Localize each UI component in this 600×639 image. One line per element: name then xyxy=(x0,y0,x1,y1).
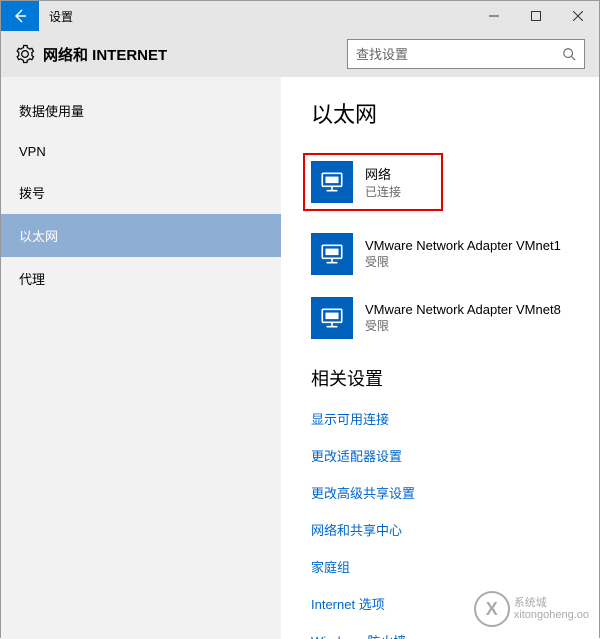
window-title: 设置 xyxy=(49,8,73,25)
minimize-button[interactable] xyxy=(473,1,515,31)
network-status: 受限 xyxy=(365,253,561,270)
related-link[interactable]: Internet 选项 xyxy=(311,594,579,613)
sidebar-item-ethernet[interactable]: 以太网 xyxy=(1,214,281,257)
network-name: 网络 xyxy=(365,164,401,183)
close-icon xyxy=(573,11,583,21)
ethernet-icon xyxy=(311,297,353,339)
search-box[interactable] xyxy=(347,39,585,69)
sidebar-item-label: 数据使用量 xyxy=(19,104,84,119)
network-item[interactable]: VMware Network Adapter VMnet8 受限 xyxy=(311,297,579,339)
related-title: 相关设置 xyxy=(311,365,579,391)
sidebar-item-label: VPN xyxy=(19,144,46,159)
sidebar-item-label: 代理 xyxy=(19,272,45,287)
related-link[interactable]: 网络和共享中心 xyxy=(311,520,579,539)
sidebar-item-label: 拨号 xyxy=(19,186,45,201)
sidebar-item-proxy[interactable]: 代理 xyxy=(1,257,281,300)
related-link[interactable]: 更改高级共享设置 xyxy=(311,483,579,502)
section-title: 以太网 xyxy=(311,97,579,129)
related-link[interactable]: 家庭组 xyxy=(311,557,579,576)
gear-icon xyxy=(15,44,35,64)
header-title: 网络和 INTERNET xyxy=(43,44,167,65)
network-status: 已连接 xyxy=(365,183,401,200)
header-row: 网络和 INTERNET xyxy=(1,31,599,77)
search-input[interactable] xyxy=(356,47,562,62)
content-pane: 以太网 网络 已连接 VMware Network Adapter VMnet1… xyxy=(281,77,599,639)
title-bar: 设置 xyxy=(1,1,599,31)
sidebar-item-vpn[interactable]: VPN xyxy=(1,132,281,171)
maximize-button[interactable] xyxy=(515,1,557,31)
body: 数据使用量 VPN 拨号 以太网 代理 以太网 网络 已连接 VMware Ne… xyxy=(1,77,599,639)
network-text: 网络 已连接 xyxy=(365,164,401,200)
ethernet-icon xyxy=(311,161,353,203)
back-arrow-icon xyxy=(12,8,28,24)
window-controls xyxy=(473,1,599,31)
related-link[interactable]: 更改适配器设置 xyxy=(311,446,579,465)
network-item[interactable]: 网络 已连接 xyxy=(303,153,443,211)
minimize-icon xyxy=(489,11,499,21)
sidebar: 数据使用量 VPN 拨号 以太网 代理 xyxy=(1,77,281,639)
network-text: VMware Network Adapter VMnet1 受限 xyxy=(365,238,561,270)
network-name: VMware Network Adapter VMnet8 xyxy=(365,302,561,317)
network-status: 受限 xyxy=(365,317,561,334)
maximize-icon xyxy=(531,11,541,21)
sidebar-item-data-usage[interactable]: 数据使用量 xyxy=(1,89,281,132)
related-link[interactable]: 显示可用连接 xyxy=(311,409,579,428)
network-name: VMware Network Adapter VMnet1 xyxy=(365,238,561,253)
ethernet-icon xyxy=(311,233,353,275)
close-button[interactable] xyxy=(557,1,599,31)
search-icon xyxy=(562,47,576,61)
sidebar-item-dialup[interactable]: 拨号 xyxy=(1,171,281,214)
sidebar-item-label: 以太网 xyxy=(19,229,58,244)
network-text: VMware Network Adapter VMnet8 受限 xyxy=(365,302,561,334)
header-left: 网络和 INTERNET xyxy=(15,44,167,65)
back-button[interactable] xyxy=(1,1,39,31)
related-settings: 相关设置 显示可用连接 更改适配器设置 更改高级共享设置 网络和共享中心 家庭组… xyxy=(311,365,579,639)
network-item[interactable]: VMware Network Adapter VMnet1 受限 xyxy=(311,233,579,275)
